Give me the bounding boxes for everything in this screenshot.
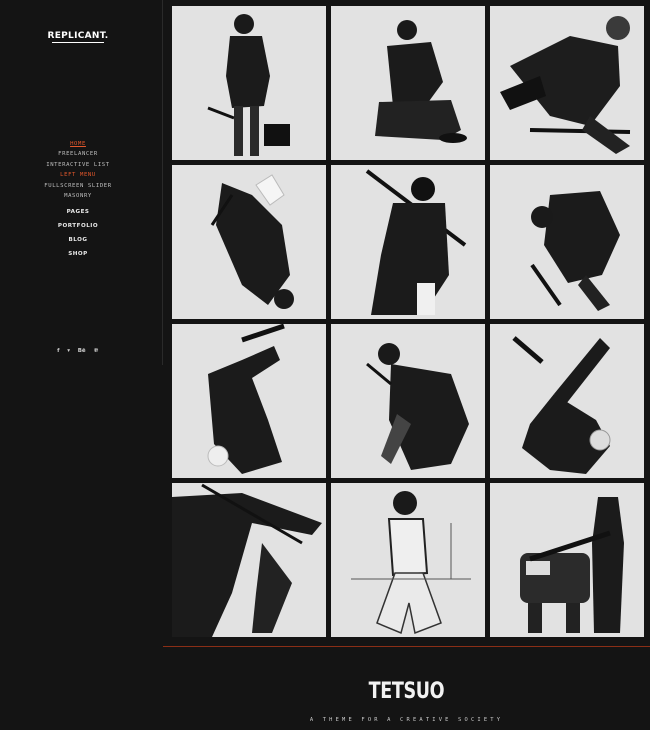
portfolio-tile-11[interactable] [331,483,485,637]
portfolio-tile-12[interactable] [490,483,644,637]
behance-icon[interactable]: Bē [78,348,86,354]
figure-illustration [172,165,326,319]
figure-illustration [331,483,485,637]
portfolio-tile-1[interactable] [172,6,326,160]
figure-illustration [172,6,326,160]
figure-illustration [490,6,644,160]
portfolio-tile-7[interactable] [172,324,326,478]
main-menu: HOME FREELANCER INTERACTIVE LIST LEFT ME… [0,139,156,261]
portfolio-tile-2[interactable] [331,6,485,160]
menu-item-freelancer[interactable]: FREELANCER [0,149,156,159]
menu-item-fullscreen-slider[interactable]: FULLSCREEN SLIDER [0,181,156,191]
sidebar: REPLICANT. HOME FREELANCER INTERACTIVE L… [0,0,163,365]
portfolio-tile-3[interactable] [490,6,644,160]
portfolio-grid [172,6,644,637]
figure-illustration [331,165,485,319]
figure-illustration [490,165,644,319]
twitter-icon[interactable]: ▾ [67,348,70,354]
footer-divider [163,646,650,647]
menu-item-left-menu[interactable]: LEFT MENU [0,170,156,180]
figure-illustration [331,6,485,160]
menu-item-pages[interactable]: PAGES [0,205,156,219]
portfolio-tile-10[interactable] [172,483,326,637]
menu-item-blog[interactable]: BLOG [0,233,156,247]
portfolio-tile-9[interactable] [490,324,644,478]
portfolio-tile-8[interactable] [331,324,485,478]
figure-illustration [172,483,326,637]
menu-item-portfolio[interactable]: PORTFOLIO [0,219,156,233]
figure-illustration [331,324,485,478]
figure-illustration [490,324,644,478]
figure-illustration [490,483,644,637]
footer-logo[interactable]: TETSUO [81,679,601,704]
portfolio-tile-4[interactable] [172,165,326,319]
facebook-icon[interactable]: f [57,348,59,354]
pinterest-icon[interactable]: ℗ [93,348,99,354]
site-logo[interactable]: REPLICANT. [0,31,156,43]
social-links: f ▾ Bē ℗ [0,348,156,354]
figure-illustration [172,324,326,478]
footer-tagline: A THEME FOR A CREATIVE SOCIETY [309,717,504,723]
menu-item-masonry[interactable]: MASONRY [0,191,156,201]
menu-item-home[interactable]: HOME [0,139,156,149]
menu-item-interactive-list[interactable]: INTERACTIVE LIST [0,160,156,170]
portfolio-tile-5[interactable] [331,165,485,319]
menu-item-shop[interactable]: SHOP [0,247,156,261]
portfolio-tile-6[interactable] [490,165,644,319]
